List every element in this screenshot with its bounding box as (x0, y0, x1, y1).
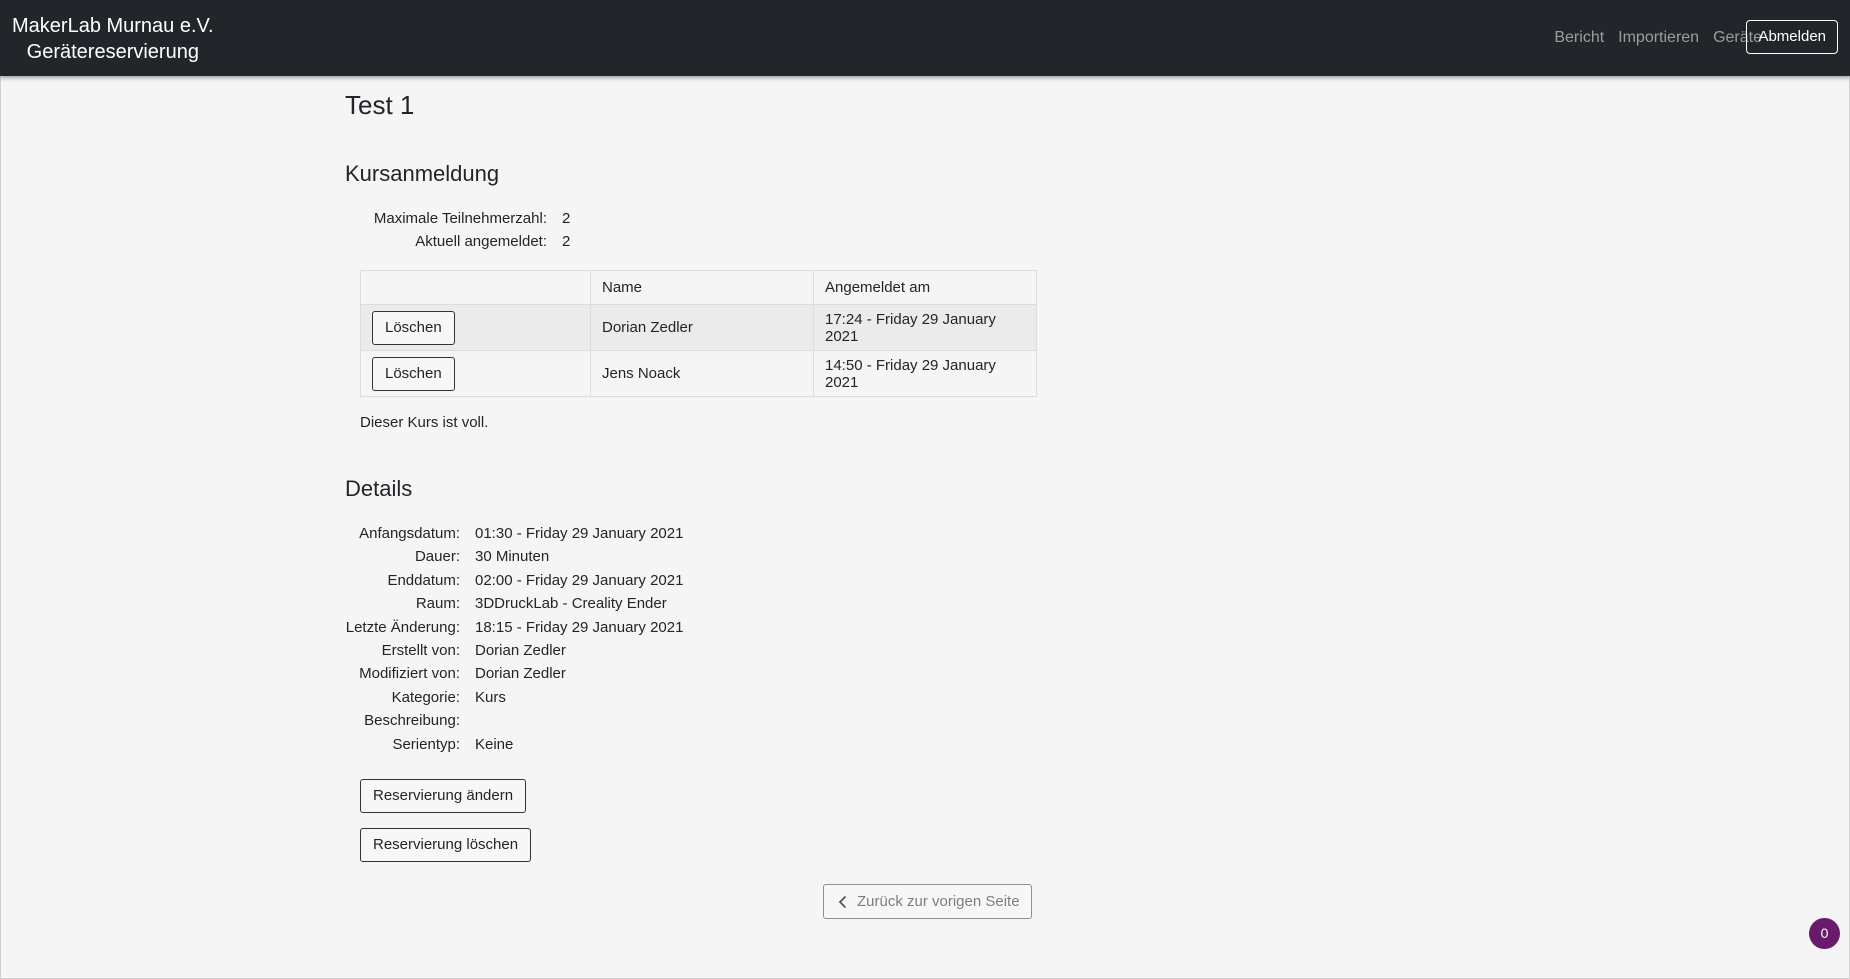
detail-label: Enddatum: (387, 571, 460, 589)
nav-links: Bericht Importieren Geräte (1540, 0, 1762, 76)
detail-row: Beschreibung: (345, 709, 683, 732)
detail-row: Letzte Änderung: 18:15 - Friday 29 Janua… (345, 616, 684, 639)
details-heading: Details (345, 476, 413, 501)
detail-label: Anfangsdatum: (359, 525, 460, 542)
detail-row: Modifiziert von: Dorian Zedler (345, 662, 683, 685)
detail-row: Anfangsdatum: 01:30 - Friday 29 January … (345, 522, 683, 545)
detail-row: Kategorie: Kurs (345, 686, 683, 709)
page-title: Test 1 (345, 90, 415, 120)
table-cell-action: Löschen (360, 350, 591, 397)
details-list: Anfangsdatum: 01:30 - Friday 29 January … (345, 522, 684, 756)
table-cell-name: Jens Noack (590, 350, 814, 397)
back-button[interactable]: Zurück zur vorigen Seite (823, 884, 1032, 919)
detail-label: Kategorie: (391, 688, 460, 706)
registration-heading: Kursanmeldung (345, 161, 500, 186)
detail-row: Dauer: 30 Minuten (345, 545, 683, 568)
detail-value: Dorian Zedler (475, 665, 566, 683)
notification-badge[interactable]: 0 (1809, 918, 1840, 949)
detail-value: 02:00 - Friday 29 January 2021 (475, 571, 684, 589)
detail-value: 3DDruckLab - Creality Ender (475, 595, 667, 613)
column-header-actions (360, 270, 591, 305)
detail-label: Raum: (415, 595, 460, 613)
nav-link-bericht[interactable]: Bericht (1554, 29, 1604, 47)
top-navbar: MakerLab Murnau e.V. Gerätereservierung … (0, 0, 1850, 76)
detail-label: Modifiziert von: (359, 665, 460, 683)
registration-summary: Maximale Teilnehmerzahl: 2 Aktuell angem… (360, 207, 570, 254)
table-cell-action: Löschen (360, 304, 591, 351)
table-row: Löschen Jens Noack 14:50 - Friday 29 Jan… (360, 350, 1037, 397)
nav-link-importieren[interactable]: Importieren (1618, 29, 1699, 47)
detail-label: Beschreibung: (364, 712, 460, 730)
max-participants-row: Maximale Teilnehmerzahl: 2 (360, 207, 570, 230)
column-header-date: Angemeldet am (813, 270, 1037, 305)
detail-value: Keine (475, 735, 514, 753)
detail-label: Serientyp: (392, 735, 460, 753)
course-full-notice: Dieser Kurs ist voll. (360, 414, 489, 431)
detail-value (460, 709, 475, 732)
current-participants-row: Aktuell angemeldet: 2 (360, 230, 570, 253)
table-cell-date: 17:24 - Friday 29 January 2021 (813, 304, 1037, 351)
participants-table-wrap: Name Angemeldet am Löschen Dorian Zedler… (360, 270, 1037, 397)
window-frame (0, 0, 1850, 979)
detail-label: Erstellt von: (381, 641, 460, 659)
table-cell-date: 14:50 - Friday 29 January 2021 (813, 350, 1037, 397)
detail-label: Letzte Änderung: (345, 618, 460, 636)
detail-value: 01:30 - Friday 29 January 2021 (475, 525, 684, 542)
detail-row: Raum: 3DDruckLab - Creality Ender (345, 592, 683, 615)
current-participants-value: 2 (562, 233, 571, 251)
detail-row: Serientyp: Keine (345, 733, 683, 756)
participants-table: Name Angemeldet am Löschen Dorian Zedler… (360, 270, 1037, 397)
max-participants-value: 2 (562, 210, 571, 227)
brand-title: MakerLab Murnau e.V. (12, 15, 214, 37)
detail-row: Erstellt von: Dorian Zedler (345, 639, 683, 662)
detail-value: Kurs (475, 688, 506, 706)
current-participants-label: Aktuell angemeldet: (415, 233, 547, 251)
delete-reservation-button[interactable]: Reservierung löschen (360, 828, 532, 862)
logout-button[interactable]: Abmelden (1746, 20, 1838, 54)
detail-value: Dorian Zedler (475, 641, 566, 659)
delete-participant-button[interactable]: Löschen (372, 310, 455, 345)
brand-subtitle: Gerätereservierung (26, 41, 199, 63)
table-row: Löschen Dorian Zedler 17:24 - Friday 29 … (360, 304, 1037, 351)
back-button-label: Zurück zur vorigen Seite (857, 893, 1020, 910)
chevron-left-icon (838, 895, 847, 908)
brand[interactable]: MakerLab Murnau e.V. Gerätereservierung (12, 13, 214, 65)
column-header-name: Name (590, 270, 814, 305)
table-header-row: Name Angemeldet am (360, 270, 1037, 305)
detail-label: Dauer: (414, 548, 460, 566)
max-participants-label: Maximale Teilnehmerzahl: (373, 210, 547, 227)
table-cell-name: Dorian Zedler (590, 304, 814, 351)
delete-participant-button[interactable]: Löschen (372, 356, 455, 391)
detail-value: 18:15 - Friday 29 January 2021 (475, 618, 684, 636)
detail-value: 30 Minuten (475, 548, 550, 566)
edit-reservation-button[interactable]: Reservierung ändern (360, 779, 527, 813)
detail-row: Enddatum: 02:00 - Friday 29 January 2021 (345, 569, 683, 592)
